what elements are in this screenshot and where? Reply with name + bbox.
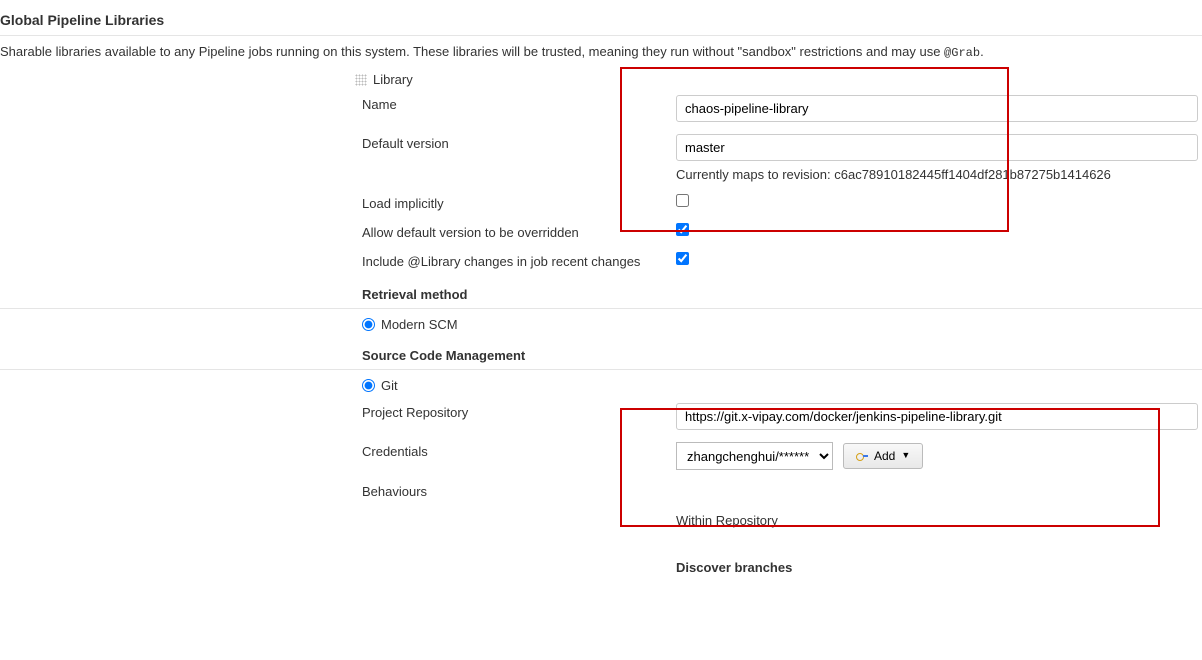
description-pre: Sharable libraries available to any Pipe… bbox=[0, 44, 944, 59]
credentials-label: Credentials bbox=[362, 444, 428, 459]
git-radio[interactable] bbox=[362, 379, 375, 392]
key-icon bbox=[856, 452, 868, 460]
drag-handle-icon[interactable] bbox=[355, 74, 367, 86]
project-repository-label: Project Repository bbox=[362, 405, 468, 420]
include-changes-label: Include @Library changes in job recent c… bbox=[362, 254, 640, 269]
modern-scm-label: Modern SCM bbox=[381, 317, 458, 332]
default-version-label: Default version bbox=[362, 136, 449, 151]
allow-override-checkbox[interactable] bbox=[676, 223, 689, 236]
scm-header-text: Source Code Management bbox=[362, 348, 525, 363]
revision-note: Currently maps to revision: c6ac78910182… bbox=[676, 161, 1198, 182]
library-header: Library bbox=[0, 68, 1202, 89]
scm-header: Source Code Management bbox=[0, 336, 1202, 370]
description-code: @Grab bbox=[944, 46, 980, 60]
modern-scm-radio[interactable] bbox=[362, 318, 375, 331]
git-label: Git bbox=[381, 378, 398, 393]
name-input[interactable] bbox=[676, 95, 1198, 122]
name-label: Name bbox=[362, 97, 397, 112]
discover-branches-text: Discover branches bbox=[676, 560, 792, 575]
allow-override-label: Allow default version to be overridden bbox=[362, 225, 579, 240]
credentials-select[interactable]: zhangchenghui/****** bbox=[676, 442, 833, 470]
revision-prefix: Currently maps to revision: bbox=[676, 167, 834, 182]
section-description: Sharable libraries available to any Pipe… bbox=[0, 38, 1202, 68]
behaviours-label: Behaviours bbox=[362, 484, 427, 499]
project-repository-input[interactable] bbox=[676, 403, 1198, 430]
retrieval-method-header: Retrieval method bbox=[0, 275, 1202, 309]
section-title-text: Global Pipeline Libraries bbox=[0, 12, 164, 28]
discover-branches-header: Discover branches bbox=[0, 534, 1202, 581]
default-version-input[interactable] bbox=[676, 134, 1198, 161]
retrieval-method-header-text: Retrieval method bbox=[362, 287, 467, 302]
chevron-down-icon: ▼ bbox=[901, 450, 910, 460]
add-button-text: Add bbox=[874, 449, 895, 463]
section-title-global-pipeline-libraries: Global Pipeline Libraries bbox=[0, 0, 1202, 35]
within-repository-label: Within Repository bbox=[0, 505, 1202, 534]
description-post: . bbox=[980, 44, 984, 59]
add-credentials-button[interactable]: Add ▼ bbox=[843, 443, 923, 469]
within-repository-text: Within Repository bbox=[676, 513, 778, 528]
library-header-text: Library bbox=[373, 72, 413, 87]
load-implicitly-label: Load implicitly bbox=[362, 196, 444, 211]
revision-hash: c6ac78910182445ff1404df281b87275b1414626 bbox=[834, 167, 1111, 182]
include-changes-checkbox[interactable] bbox=[676, 252, 689, 265]
load-implicitly-checkbox[interactable] bbox=[676, 194, 689, 207]
